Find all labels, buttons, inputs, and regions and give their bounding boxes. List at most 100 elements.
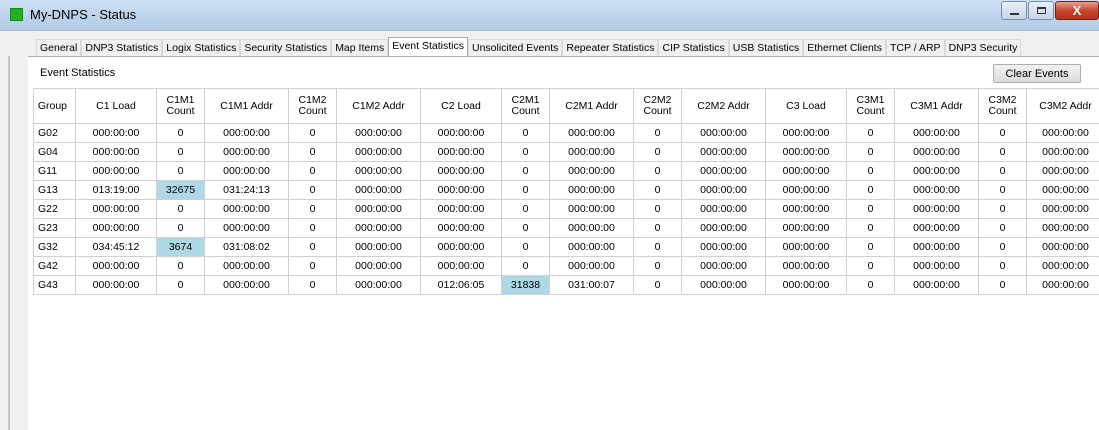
table-cell[interactable]: 000:00:00 — [1026, 142, 1099, 162]
table-cell[interactable]: 000:00:00 — [204, 161, 289, 181]
table-cell[interactable]: 000:00:00 — [420, 256, 502, 276]
table-cell[interactable]: 000:00:00 — [1026, 161, 1099, 181]
table-cell[interactable]: 0 — [633, 237, 682, 257]
table-cell[interactable]: 000:00:00 — [894, 275, 979, 295]
table-cell[interactable]: 000:00:00 — [336, 142, 421, 162]
column-header[interactable]: C1M2 Addr — [336, 88, 421, 124]
table-cell[interactable]: 000:00:00 — [549, 256, 634, 276]
table-cell[interactable]: 031:24:13 — [204, 180, 289, 200]
table-cell[interactable]: 000:00:00 — [204, 199, 289, 219]
table-cell[interactable]: 32675 — [156, 180, 205, 200]
tab-tcp-arp[interactable]: TCP / ARP — [885, 39, 945, 56]
table-cell[interactable]: 0 — [288, 218, 337, 238]
table-cell[interactable]: 031:08:02 — [204, 237, 289, 257]
table-cell[interactable]: 000:00:00 — [681, 256, 766, 276]
tab-repeater-statistics[interactable]: Repeater Statistics — [562, 39, 659, 56]
group-cell[interactable]: G13 — [33, 180, 76, 200]
table-cell[interactable]: 0 — [156, 123, 205, 143]
table-cell[interactable]: 000:00:00 — [1026, 123, 1099, 143]
column-header[interactable]: C1M2 Count — [288, 88, 337, 124]
table-cell[interactable]: 0 — [633, 161, 682, 181]
clear-events-button[interactable]: Clear Events — [993, 64, 1081, 83]
group-cell[interactable]: G32 — [33, 237, 76, 257]
table-cell[interactable]: 0 — [978, 256, 1027, 276]
table-cell[interactable]: 000:00:00 — [549, 123, 634, 143]
table-cell[interactable]: 0 — [288, 142, 337, 162]
tab-security-statistics[interactable]: Security Statistics — [240, 39, 332, 56]
table-cell[interactable]: 000:00:00 — [894, 142, 979, 162]
table-cell[interactable]: 000:00:00 — [549, 237, 634, 257]
table-cell[interactable]: 000:00:00 — [765, 161, 847, 181]
table-cell[interactable]: 000:00:00 — [1026, 199, 1099, 219]
tab-event-statistics[interactable]: Event Statistics — [388, 37, 468, 56]
table-cell[interactable]: 000:00:00 — [681, 237, 766, 257]
table-cell[interactable]: 000:00:00 — [420, 123, 502, 143]
table-cell[interactable]: 0 — [978, 123, 1027, 143]
table-cell[interactable]: 000:00:00 — [681, 123, 766, 143]
table-cell[interactable]: 000:00:00 — [549, 180, 634, 200]
table-cell[interactable]: 000:00:00 — [75, 199, 157, 219]
table-cell[interactable]: 0 — [846, 123, 895, 143]
table-cell[interactable]: 000:00:00 — [894, 161, 979, 181]
table-cell[interactable]: 0 — [156, 199, 205, 219]
table-cell[interactable]: 000:00:00 — [681, 199, 766, 219]
table-cell[interactable]: 000:00:00 — [1026, 275, 1099, 295]
table-cell[interactable]: 3674 — [156, 237, 205, 257]
table-cell[interactable]: 0 — [501, 237, 550, 257]
table-cell[interactable]: 000:00:00 — [681, 180, 766, 200]
table-cell[interactable]: 0 — [156, 256, 205, 276]
table-cell[interactable]: 000:00:00 — [894, 218, 979, 238]
tab-cip-statistics[interactable]: CIP Statistics — [658, 39, 729, 56]
table-cell[interactable]: 0 — [501, 123, 550, 143]
table-cell[interactable]: 000:00:00 — [336, 237, 421, 257]
table-cell[interactable]: 000:00:00 — [1026, 256, 1099, 276]
tab-general[interactable]: General — [36, 39, 82, 56]
table-cell[interactable]: 0 — [501, 161, 550, 181]
table-cell[interactable]: 0 — [846, 142, 895, 162]
table-cell[interactable]: 000:00:00 — [204, 218, 289, 238]
table-cell[interactable]: 0 — [633, 142, 682, 162]
table-cell[interactable]: 31838 — [501, 275, 550, 295]
table-cell[interactable]: 0 — [978, 218, 1027, 238]
tab-ethernet-clients[interactable]: Ethernet Clients — [803, 39, 886, 56]
group-cell[interactable]: G02 — [33, 123, 76, 143]
table-cell[interactable]: 000:00:00 — [549, 218, 634, 238]
table-cell[interactable]: 0 — [633, 180, 682, 200]
table-cell[interactable]: 0 — [633, 123, 682, 143]
table-cell[interactable]: 000:00:00 — [75, 256, 157, 276]
table-cell[interactable]: 000:00:00 — [75, 275, 157, 295]
column-header[interactable]: C2M2 Count — [633, 88, 682, 124]
table-cell[interactable]: 000:00:00 — [765, 256, 847, 276]
table-cell[interactable]: 0 — [288, 123, 337, 143]
column-header[interactable]: C2M2 Addr — [681, 88, 766, 124]
table-cell[interactable]: 0 — [978, 142, 1027, 162]
table-row[interactable]: G32 034:45:12 3674 031:08:02 0 000:00:00 000:0… — [33, 237, 1099, 257]
table-cell[interactable]: 0 — [501, 142, 550, 162]
table-cell[interactable]: 0 — [846, 275, 895, 295]
table-cell[interactable]: 0 — [501, 180, 550, 200]
table-cell[interactable]: 0 — [288, 256, 337, 276]
table-cell[interactable]: 000:00:00 — [894, 123, 979, 143]
table-cell[interactable]: 000:00:00 — [204, 142, 289, 162]
table-cell[interactable]: 000:00:00 — [765, 237, 847, 257]
table-cell[interactable]: 000:00:00 — [204, 123, 289, 143]
table-cell[interactable]: 000:00:00 — [75, 161, 157, 181]
close-button[interactable]: X — [1055, 1, 1099, 20]
table-cell[interactable]: 000:00:00 — [681, 218, 766, 238]
table-cell[interactable]: 000:00:00 — [420, 142, 502, 162]
table-cell[interactable]: 000:00:00 — [549, 142, 634, 162]
table-cell[interactable]: 000:00:00 — [765, 199, 847, 219]
tab-map-items[interactable]: Map Items — [331, 39, 389, 56]
table-row[interactable]: G22 000:00:00 0 000:00:00 0 000:00:00 000:00:0… — [33, 199, 1099, 219]
table-cell[interactable]: 0 — [288, 237, 337, 257]
table-row[interactable]: G11 000:00:00 0 000:00:00 0 000:00:00 000:00:0… — [33, 161, 1099, 181]
tab-usb-statistics[interactable]: USB Statistics — [728, 39, 804, 56]
table-cell[interactable]: 0 — [156, 142, 205, 162]
column-header[interactable]: C3M2 Count — [978, 88, 1027, 124]
table-cell[interactable]: 0 — [156, 275, 205, 295]
table-cell[interactable]: 000:00:00 — [765, 123, 847, 143]
table-cell[interactable]: 000:00:00 — [894, 180, 979, 200]
table-cell[interactable]: 0 — [288, 199, 337, 219]
group-cell[interactable]: G11 — [33, 161, 76, 181]
tab-logix-statistics[interactable]: Logix Statistics — [162, 39, 241, 56]
